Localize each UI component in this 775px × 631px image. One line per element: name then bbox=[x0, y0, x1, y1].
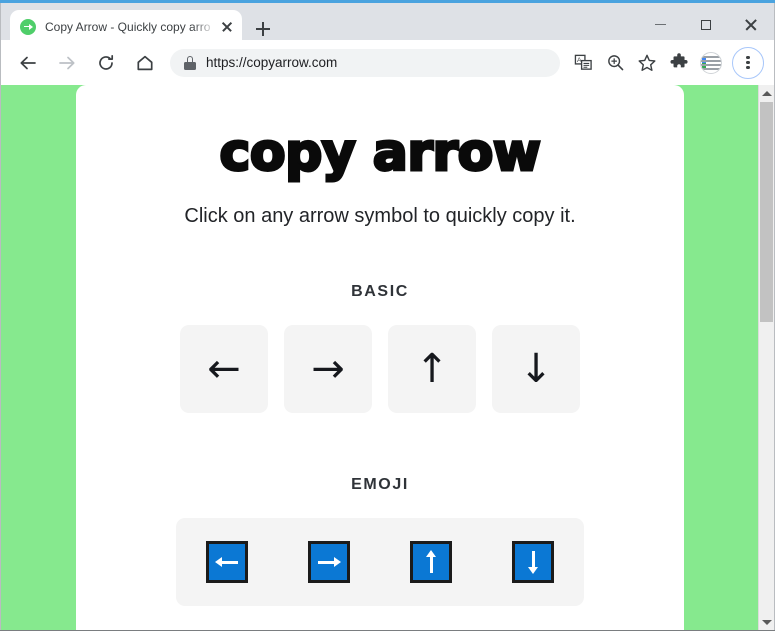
green-arrow-favicon-icon bbox=[20, 18, 36, 35]
emoji-tile-left[interactable] bbox=[176, 518, 278, 606]
url-text: https://copyarrow.com bbox=[206, 55, 338, 70]
forward-button[interactable] bbox=[50, 46, 84, 80]
emoji-arrow-right-icon bbox=[308, 541, 350, 583]
zoom-in-icon[interactable] bbox=[600, 48, 630, 78]
bookmark-star-icon[interactable] bbox=[632, 48, 662, 78]
arrow-tile-down[interactable]: ↓ bbox=[492, 325, 580, 413]
tab-strip: Copy Arrow - Quickly copy arro bbox=[0, 3, 775, 43]
emoji-arrow-up-icon bbox=[410, 541, 452, 583]
new-tab-button[interactable] bbox=[251, 17, 275, 41]
arrow-up-glyph: ↑ bbox=[415, 346, 449, 392]
emoji-tile-up[interactable] bbox=[380, 518, 482, 606]
page-title: copy arrow bbox=[218, 123, 542, 183]
back-arrow-icon bbox=[20, 56, 36, 69]
section-heading-basic: BASIC bbox=[351, 283, 409, 300]
emoji-tile-right[interactable] bbox=[278, 518, 380, 606]
profile-avatar-icon[interactable] bbox=[696, 48, 726, 78]
emoji-arrow-down-icon bbox=[512, 541, 554, 583]
reload-arrow-icon bbox=[99, 54, 114, 70]
maximize-button[interactable] bbox=[683, 6, 728, 43]
translate-icon[interactable]: A bbox=[568, 48, 598, 78]
section-heading-emoji: EMOJI bbox=[351, 476, 409, 493]
reload-button[interactable] bbox=[89, 46, 123, 80]
window-controls bbox=[638, 6, 773, 43]
emoji-arrow-row bbox=[76, 494, 684, 606]
arrow-left-glyph: ← bbox=[207, 346, 241, 392]
back-button[interactable] bbox=[11, 46, 45, 80]
toolbar-icon-group: A bbox=[566, 46, 774, 79]
close-window-button[interactable] bbox=[728, 6, 773, 43]
scroll-up-arrow-icon[interactable] bbox=[759, 85, 774, 101]
home-house-icon bbox=[137, 55, 153, 70]
close-icon[interactable] bbox=[218, 18, 236, 36]
arrow-tile-right[interactable]: → bbox=[284, 325, 372, 413]
extensions-puzzle-icon[interactable] bbox=[664, 48, 694, 78]
scroll-down-arrow-icon[interactable] bbox=[759, 614, 774, 630]
browser-tab[interactable]: Copy Arrow - Quickly copy arro bbox=[10, 10, 242, 43]
minimize-button[interactable] bbox=[638, 6, 683, 43]
arrow-right-glyph: → bbox=[311, 346, 345, 392]
arrow-tile-up[interactable]: ↑ bbox=[388, 325, 476, 413]
scrollbar-thumb[interactable] bbox=[760, 102, 773, 322]
page-content-card: copy arrow Click on any arrow symbol to … bbox=[76, 85, 684, 630]
arrow-tile-left[interactable]: ← bbox=[180, 325, 268, 413]
page-subtitle: Click on any arrow symbol to quickly cop… bbox=[184, 205, 576, 227]
forward-arrow-icon bbox=[59, 56, 75, 69]
emoji-arrow-left-icon bbox=[206, 541, 248, 583]
browser-menu-button[interactable] bbox=[732, 46, 764, 79]
page-viewport: copy arrow Click on any arrow symbol to … bbox=[1, 85, 759, 630]
home-button[interactable] bbox=[128, 46, 162, 80]
basic-arrow-row: ← → ↑ ↓ bbox=[76, 301, 684, 413]
address-bar[interactable]: https://copyarrow.com bbox=[170, 48, 560, 77]
browser-toolbar: https://copyarrow.com A bbox=[0, 40, 775, 85]
page-scrollbar[interactable] bbox=[758, 85, 774, 630]
lock-icon bbox=[184, 56, 196, 70]
arrow-down-glyph: ↓ bbox=[519, 346, 553, 392]
tab-title: Copy Arrow - Quickly copy arro bbox=[45, 19, 211, 34]
emoji-tile-down[interactable] bbox=[482, 518, 584, 606]
browser-window: Copy Arrow - Quickly copy arro https://c… bbox=[0, 0, 775, 631]
